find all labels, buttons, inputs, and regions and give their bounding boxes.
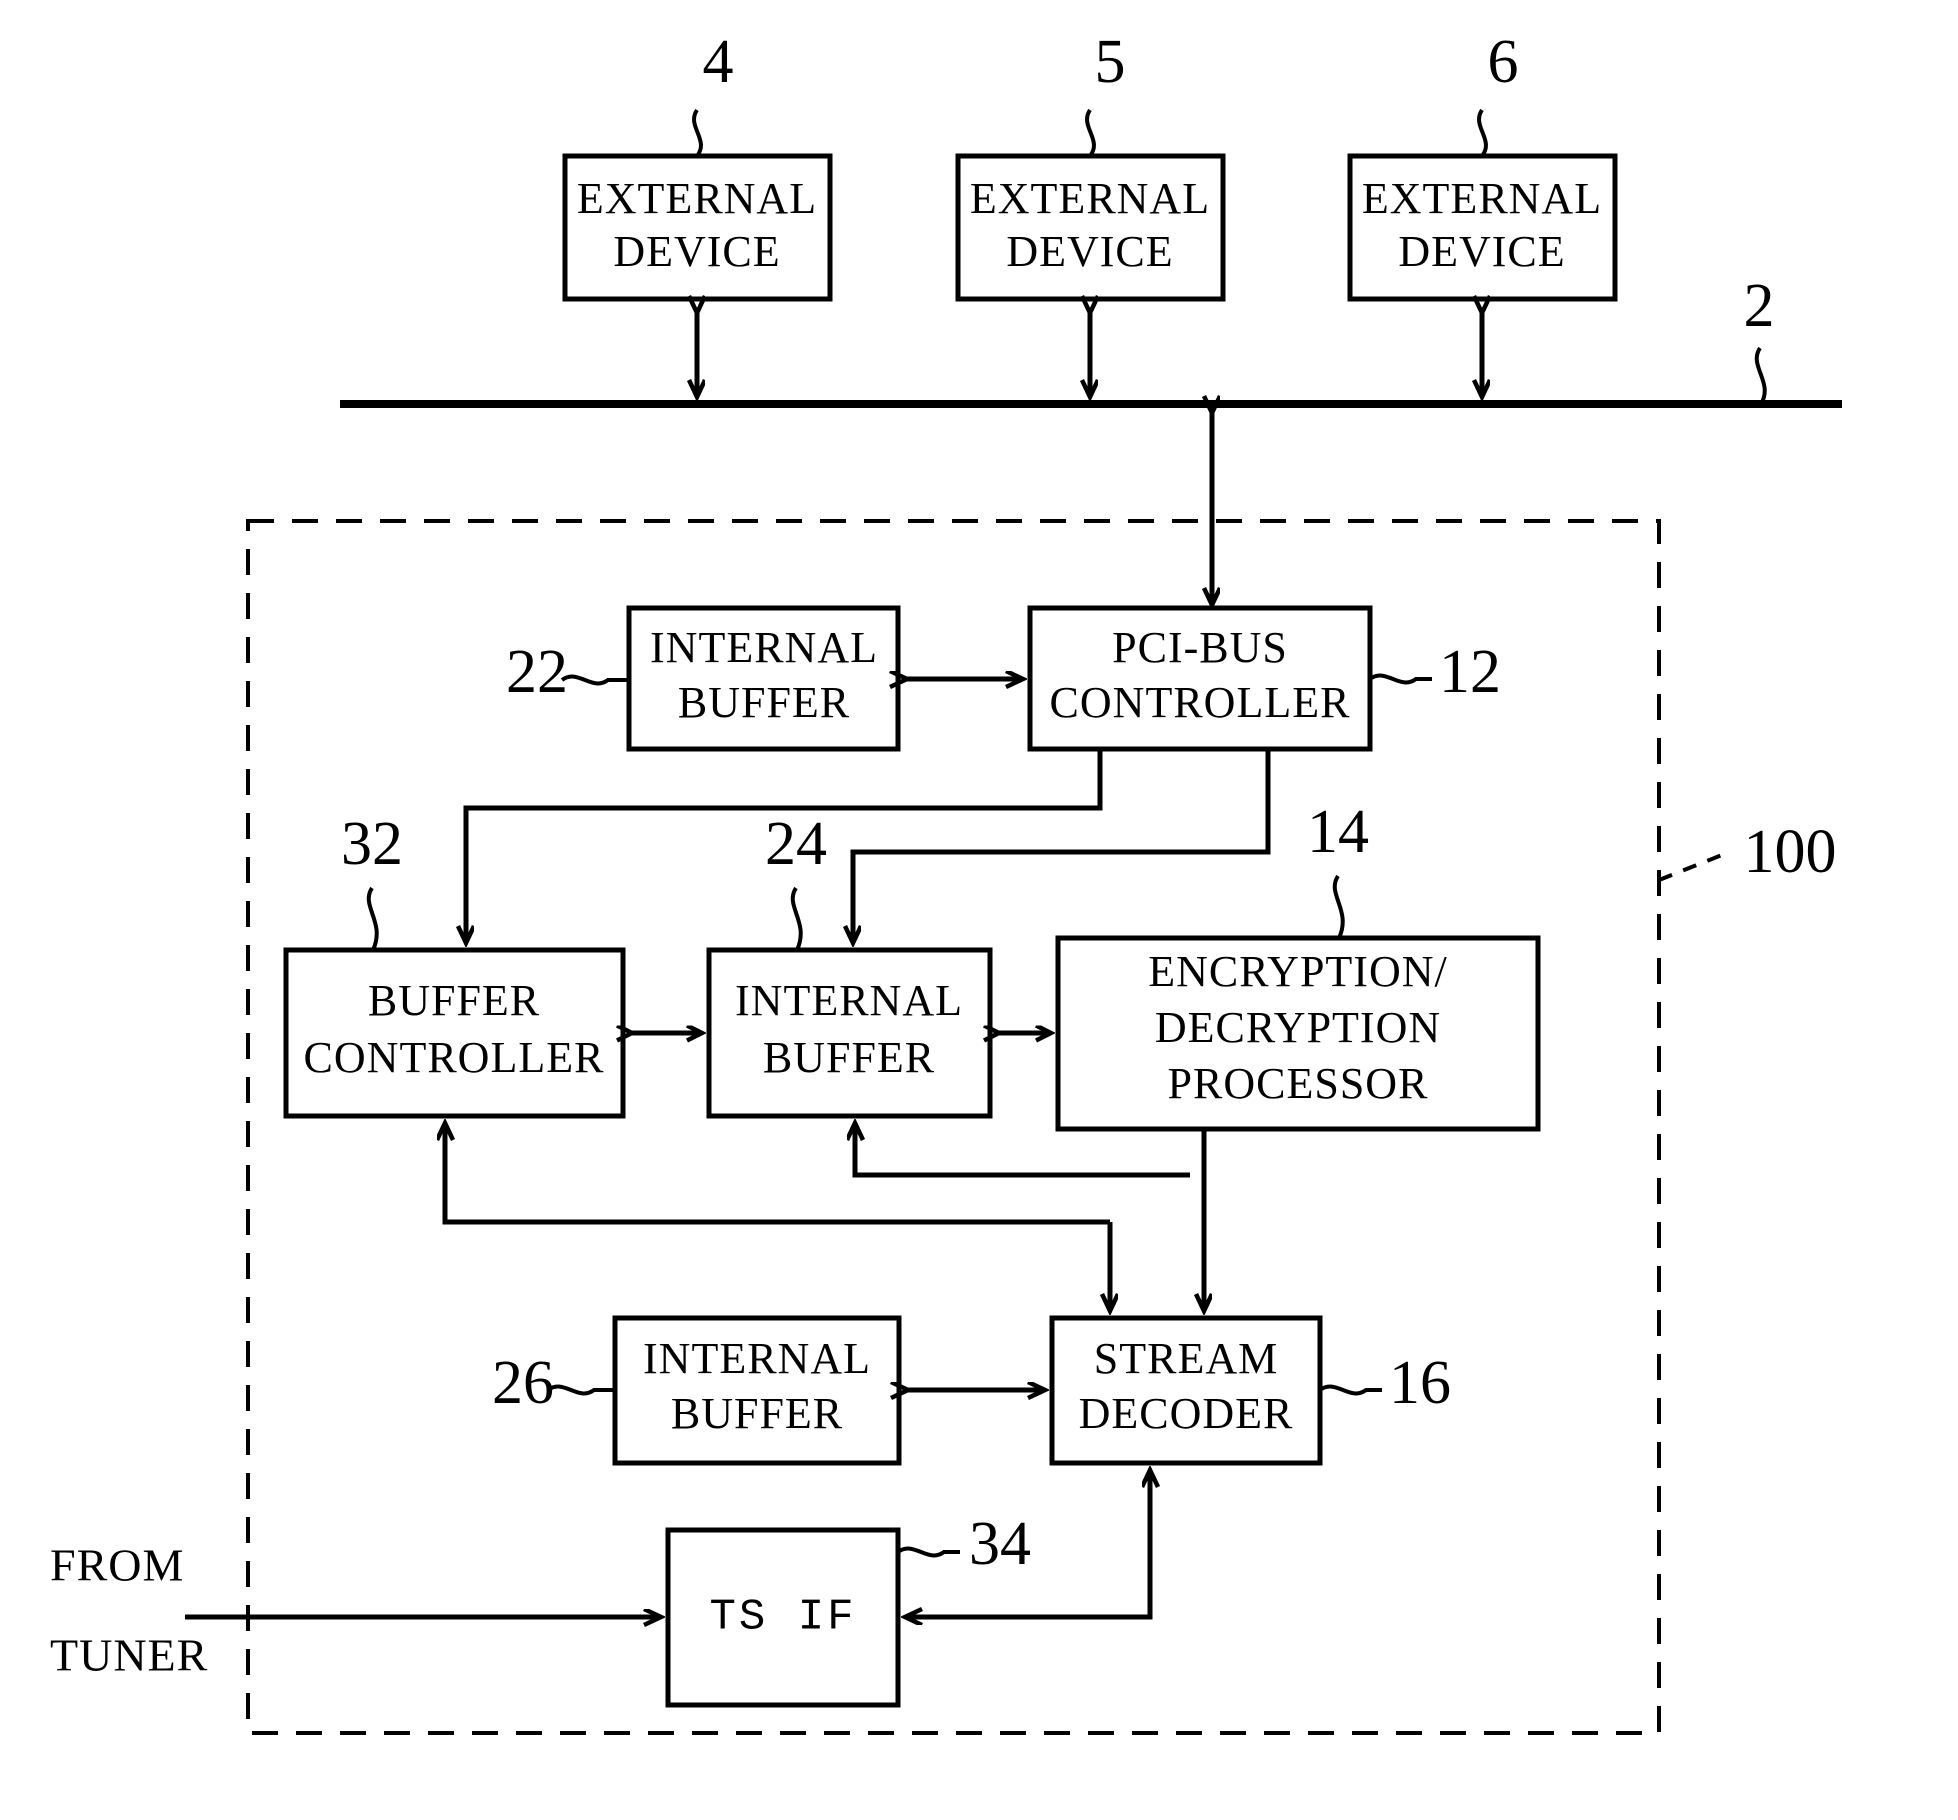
external-device-3-line2: DEVICE [1398, 227, 1565, 276]
encryption-processor-line2: DECRYPTION [1155, 1003, 1441, 1052]
ref-2: 2 [1744, 272, 1775, 340]
leader-ref-16 [1318, 1384, 1382, 1396]
ref-6: 6 [1488, 28, 1519, 96]
ref-24: 24 [765, 810, 827, 878]
ts-if-label: TS IF [709, 1593, 856, 1643]
buffer-controller-line1: BUFFER [368, 976, 540, 1025]
wire-pcibus-ib24 [853, 751, 1271, 942]
ref-22: 22 [506, 638, 568, 706]
wire-streamdec-ib24 [855, 1124, 1190, 1178]
ref-14: 14 [1307, 798, 1369, 866]
leader-ref-26 [546, 1384, 615, 1396]
leader-ref-32 [366, 886, 379, 951]
buffer-controller-line2: CONTROLLER [304, 1033, 605, 1082]
ref-34: 34 [969, 1510, 1031, 1578]
from-tuner-line1: FROM [50, 1540, 184, 1591]
pci-bus-controller-line1: PCI-BUS [1112, 623, 1288, 672]
ref-12: 12 [1439, 638, 1501, 706]
leader-ref-14 [1332, 874, 1345, 939]
from-tuner-line2: TUNER [50, 1630, 208, 1681]
external-device-2-line1: EXTERNAL [970, 174, 1210, 223]
pci-bus-controller-line2: CONTROLLER [1050, 678, 1351, 727]
ref-4: 4 [703, 28, 734, 96]
leader-ref-34 [896, 1546, 960, 1558]
ref-16: 16 [1389, 1349, 1451, 1417]
stream-decoder-line1: STREAM [1094, 1334, 1278, 1383]
external-device-2-line2: DEVICE [1006, 227, 1173, 276]
ref-32: 32 [341, 810, 403, 878]
external-device-3-line1: EXTERNAL [1362, 174, 1602, 223]
leader-ref-24 [790, 886, 803, 951]
leader-ref-12 [1368, 673, 1432, 685]
figure-canvas: EXTERNAL DEVICE EXTERNAL DEVICE EXTERNAL… [0, 0, 1958, 1820]
leader-ref-4 [692, 108, 703, 158]
external-device-1-line1: EXTERNAL [577, 174, 817, 223]
ref-100: 100 [1744, 818, 1837, 886]
ref-26: 26 [492, 1349, 554, 1417]
ref-5: 5 [1095, 28, 1126, 96]
leader-ref-5 [1085, 108, 1096, 158]
encryption-processor-line3: PROCESSOR [1168, 1059, 1429, 1108]
internal-buffer-24-line1: INTERNAL [735, 976, 963, 1025]
external-device-1-line2: DEVICE [613, 227, 780, 276]
internal-buffer-24-line2: BUFFER [763, 1033, 935, 1082]
leader-ref-100 [1658, 853, 1723, 882]
diagram-svg: EXTERNAL DEVICE EXTERNAL DEVICE EXTERNAL… [50, 28, 1842, 1735]
leader-ref-22 [560, 674, 629, 686]
internal-buffer-22-line2: BUFFER [678, 678, 850, 727]
stream-decoder-line2: DECODER [1079, 1389, 1294, 1438]
internal-buffer-22-line1: INTERNAL [650, 623, 878, 672]
leader-ref-6 [1477, 108, 1488, 158]
leader-ref-2 [1754, 346, 1767, 406]
internal-buffer-26-line1: INTERNAL [643, 1334, 871, 1383]
internal-buffer-26-line2: BUFFER [671, 1389, 843, 1438]
encryption-processor-line1: ENCRYPTION/ [1148, 947, 1447, 996]
